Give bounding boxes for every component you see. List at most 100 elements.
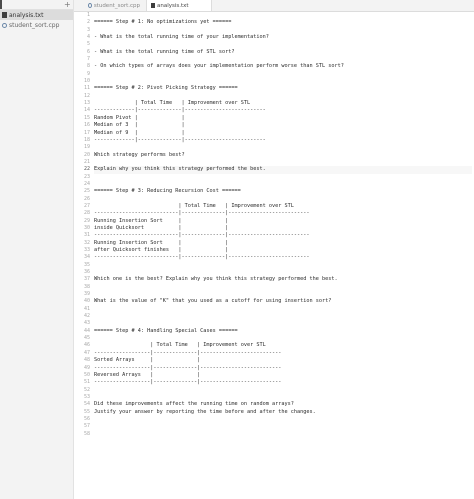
code-line[interactable] [94,27,472,34]
code-line[interactable]: ---------------------------|------------… [94,232,472,239]
line-number: 32 [83,239,90,246]
code-line[interactable]: ---------------------------|------------… [94,210,472,217]
code-line[interactable]: Which one is the best? Explain why you t… [94,276,472,283]
code-line[interactable] [94,174,472,181]
line-number: 21 [83,158,90,165]
code-line[interactable]: Median of 3 | | [94,122,472,129]
line-number: 54 [83,401,90,408]
line-number: 56 [83,415,90,422]
tab-analysis[interactable]: analysis.txt [146,0,212,11]
code-line[interactable]: Explain why you think this strategy perf… [94,166,472,174]
code-line[interactable] [94,291,472,298]
code-line[interactable]: | Total Time | Improvement over STL [94,100,472,107]
code-line[interactable] [94,262,472,269]
code-line[interactable]: Reversed Arrays | | [94,372,472,379]
line-number: 58 [83,430,90,437]
line-number: 49 [83,364,90,371]
add-file-button[interactable]: + [64,1,71,9]
code-line[interactable] [94,423,472,430]
code-line[interactable]: ====== Step # 2: Pivot Picking Strategy … [94,85,472,92]
line-number: 5 [86,41,90,48]
code-line[interactable] [94,387,472,394]
code-line[interactable] [94,269,472,276]
code-line[interactable] [94,12,472,19]
editor-text-area[interactable]: ====== Step # 1: No optimizations yet ==… [94,12,472,438]
line-number: 44 [83,327,90,334]
code-line[interactable] [94,181,472,188]
code-line[interactable]: - On which types of arrays does your imp… [94,63,472,70]
code-line[interactable] [94,306,472,313]
sidebar-file-label: analysis.txt [9,11,44,19]
line-number: 52 [83,386,90,393]
code-line[interactable]: after Quicksort finishes | | [94,247,472,254]
line-number: 42 [83,313,90,320]
code-line[interactable]: Did these improvements affect the runnin… [94,401,472,408]
code-line[interactable] [94,159,472,166]
code-line[interactable] [94,335,472,342]
sidebar-file-student-sort[interactable]: student_sort.cpp [0,20,73,30]
code-line[interactable]: What is the value of "K" that you used a… [94,298,472,305]
code-line[interactable]: ====== Step # 1: No optimizations yet ==… [94,19,472,26]
line-number: 46 [83,342,90,349]
cpp-file-icon [88,3,92,8]
window-edge [0,0,2,9]
line-number: 20 [83,151,90,158]
line-number: 34 [83,254,90,261]
code-line[interactable]: -------------|--------------|-----------… [94,137,472,144]
line-number: 35 [83,261,90,268]
code-line[interactable]: - What is the total running time of your… [94,34,472,41]
tab-student-sort[interactable]: student_sort.cpp [84,0,144,11]
line-number: 4 [86,34,90,41]
line-number: 47 [83,349,90,356]
code-line[interactable] [94,394,472,401]
code-line[interactable]: Random Pivot | | [94,115,472,122]
line-number: 1 [86,12,90,18]
line-number: 30 [83,224,90,231]
line-number: 14 [83,107,90,114]
line-number: 26 [83,195,90,202]
code-line[interactable] [94,78,472,85]
code-line[interactable]: Justify your answer by reporting the tim… [94,409,472,416]
code-line[interactable] [94,56,472,63]
code-line[interactable]: ------------------|--------------|------… [94,365,472,372]
tab-label: analysis.txt [157,2,189,9]
code-line[interactable] [94,313,472,320]
code-line[interactable]: inside Quicksort | | [94,225,472,232]
code-line[interactable]: Running Insertion Sort | | [94,218,472,225]
line-number: 48 [83,357,90,364]
line-number: 50 [83,371,90,378]
code-line[interactable] [94,416,472,423]
cpp-file-icon [2,22,7,28]
code-line[interactable]: ====== Step # 3: Reducing Recursion Cost… [94,188,472,195]
code-line[interactable] [94,320,472,327]
code-line[interactable] [94,431,472,438]
code-editor[interactable]: 1 2 3 4 5 6 7 8 9 10 11 12 13 14 15 16 17 18 19 20 21 22 23 24 2… [74,12,474,499]
code-line[interactable] [94,284,472,291]
code-line[interactable] [94,71,472,78]
line-number: 6 [86,48,90,55]
code-line[interactable]: ------------------|--------------|------… [94,379,472,386]
code-line[interactable]: Running Insertion Sort | | [94,240,472,247]
text-file-icon [151,3,155,8]
file-explorer-sidebar: analysis.txt student_sort.cpp [0,0,74,499]
code-line[interactable] [94,196,472,203]
code-line[interactable]: | Total Time | Improvement over STL [94,342,472,349]
code-line[interactable]: ====== Step # 4: Handling Special Cases … [94,328,472,335]
line-number: 51 [83,379,90,386]
line-number: 23 [83,173,90,180]
code-line[interactable] [94,41,472,48]
code-line[interactable]: ---------------------------|------------… [94,254,472,261]
line-number: 31 [83,232,90,239]
code-line[interactable]: Median of 9 | | [94,130,472,137]
code-line[interactable]: | Total Time | Improvement over STL [94,203,472,210]
line-number: 43 [83,320,90,327]
code-line[interactable]: ------------------|--------------|------… [94,350,472,357]
sidebar-file-analysis[interactable]: analysis.txt [0,10,73,20]
code-line[interactable] [94,93,472,100]
code-line[interactable]: -------------|--------------|-----------… [94,107,472,114]
code-line[interactable]: Sorted Arrays | | [94,357,472,364]
code-line[interactable]: - What is the total running time of STL … [94,49,472,56]
code-line[interactable] [94,144,472,151]
line-number: 39 [83,291,90,298]
code-line[interactable]: Which strategy performs best? [94,152,472,159]
